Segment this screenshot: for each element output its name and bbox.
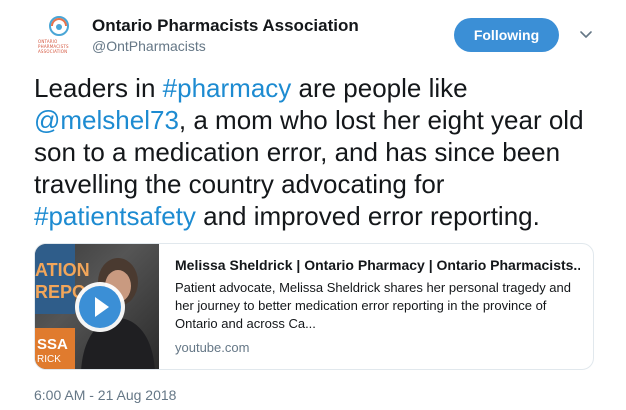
chevron-down-icon[interactable] (576, 24, 596, 44)
tweet-text-segment: Leaders in (34, 73, 163, 103)
card-description: Patient advocate, Melissa Sheldrick shar… (175, 280, 571, 331)
card-body: Melissa Sheldrick | Ontario Pharmacy | O… (175, 256, 580, 357)
card-title[interactable]: Melissa Sheldrick | Ontario Pharmacy | O… (175, 256, 580, 274)
youtube-link-card[interactable]: ATION REPO SSA RICK Melissa Sheldrick | … (34, 243, 594, 370)
thumbnail-text: SSA (37, 336, 68, 353)
account-avatar[interactable]: ONTARIO PHARMACISTS ASSOCIATION (34, 12, 84, 62)
play-icon[interactable] (73, 280, 127, 334)
video-thumbnail[interactable]: ATION REPO SSA RICK (35, 244, 159, 369)
avatar-text-line-3: ASSOCIATION (38, 49, 68, 54)
account-handle[interactable]: @OntPharmacists (92, 38, 206, 54)
hashtag-pharmacy-link[interactable]: #pharmacy (163, 73, 292, 103)
tweet: ONTARIO PHARMACISTS ASSOCIATION Ontario … (0, 0, 626, 410)
mention-melshel73-link[interactable]: @melshel73 (34, 105, 179, 135)
thumbnail-text: RICK (37, 354, 61, 365)
pharmacist-logo-icon (49, 16, 69, 36)
account-name[interactable]: Ontario Pharmacists Association (92, 16, 359, 36)
tweet-text: Leaders in #pharmacy are people like @me… (34, 72, 604, 232)
tweet-text-segment: are people like (291, 73, 468, 103)
tweet-timestamp[interactable]: 6:00 AM - 21 Aug 2018 (34, 387, 176, 403)
card-domain: youtube.com (175, 340, 250, 355)
hashtag-patientsafety-link[interactable]: #patientsafety (34, 201, 196, 231)
tweet-text-segment: and improved error reporting. (195, 201, 540, 231)
following-button[interactable]: Following (454, 18, 559, 52)
